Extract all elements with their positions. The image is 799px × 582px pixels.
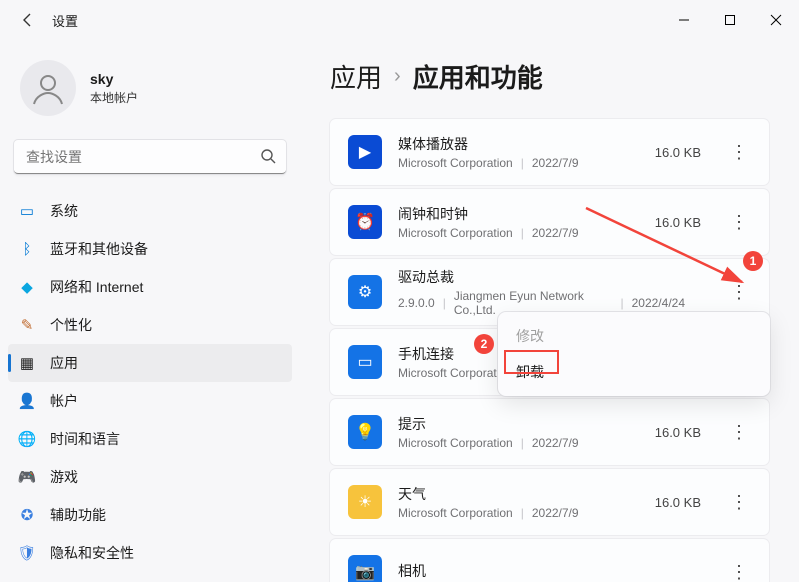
- sidebar-item-label: 蓝牙和其他设备: [50, 239, 148, 259]
- bluetooth-icon: ᛒ: [18, 240, 36, 258]
- minimize-button[interactable]: [661, 0, 707, 40]
- sidebar-item-label: 个性化: [50, 315, 92, 335]
- window-controls: [661, 0, 799, 40]
- app-size: 16.0 KB: [655, 425, 701, 440]
- annotation-highlight-box: [504, 350, 559, 374]
- app-icon: ⏰: [348, 205, 382, 239]
- maximize-button[interactable]: [707, 0, 753, 40]
- search-icon[interactable]: [260, 148, 276, 168]
- app-size: 16.0 KB: [655, 215, 701, 230]
- apps-icon: ▦: [18, 354, 36, 372]
- sidebar-item-network[interactable]: ◆ 网络和 Internet: [8, 268, 292, 306]
- search-input[interactable]: [14, 140, 286, 174]
- sidebar-item-time[interactable]: 🌐 时间和语言: [8, 420, 292, 458]
- annotation-marker-2: 2: [474, 334, 494, 354]
- gaming-icon: 🎮: [18, 468, 36, 486]
- app-icon: 📷: [348, 555, 382, 582]
- profile-sub: 本地帐户: [90, 89, 138, 106]
- sidebar-item-label: 隐私和安全性: [50, 543, 134, 563]
- personalization-icon: ✎: [18, 316, 36, 334]
- profile-block[interactable]: sky 本地帐户: [8, 40, 292, 140]
- app-icon: ☀: [348, 485, 382, 519]
- more-options-button[interactable]: ⋮: [727, 492, 751, 513]
- app-name: 相机: [398, 561, 685, 581]
- window-title: 设置: [52, 11, 78, 30]
- app-meta: Microsoft Corporation | 2022/7/9: [398, 156, 639, 170]
- close-button[interactable]: [753, 0, 799, 40]
- sidebar-item-accounts[interactable]: 👤 帐户: [8, 382, 292, 420]
- sidebar-item-system[interactable]: ▭ 系统: [8, 192, 292, 230]
- sidebar-item-label: 游戏: [50, 467, 78, 487]
- app-icon: ▭: [348, 345, 382, 379]
- app-name: 闹钟和时钟: [398, 204, 639, 224]
- breadcrumb-current: 应用和功能: [413, 58, 543, 95]
- app-name: 媒体播放器: [398, 134, 639, 154]
- profile-name: sky: [90, 71, 138, 87]
- sidebar-item-accessibility[interactable]: ✪ 辅助功能: [8, 496, 292, 534]
- search-box: [14, 140, 286, 174]
- app-name: 天气: [398, 484, 639, 504]
- sidebar-item-personalization[interactable]: ✎ 个性化: [8, 306, 292, 344]
- system-icon: ▭: [18, 202, 36, 220]
- app-name: 驱动总裁: [398, 267, 685, 287]
- app-size: 16.0 KB: [655, 495, 701, 510]
- more-options-button[interactable]: ⋮: [727, 142, 751, 163]
- sidebar-item-apps[interactable]: ▦ 应用: [8, 344, 292, 382]
- sidebar-item-label: 系统: [50, 201, 78, 221]
- sidebar-item-label: 帐户: [50, 391, 78, 411]
- breadcrumb: 应用 › 应用和功能: [330, 58, 769, 95]
- sidebar-item-gaming[interactable]: 🎮 游戏: [8, 458, 292, 496]
- more-options-button[interactable]: ⋮: [727, 562, 751, 582]
- app-row[interactable]: 💡 提示 Microsoft Corporation | 2022/7/9 16.0 …: [330, 399, 769, 465]
- app-icon: ⚙: [348, 275, 382, 309]
- sidebar-item-privacy[interactable]: 🛡 隐私和安全性: [8, 534, 292, 572]
- sidebar: sky 本地帐户 ▭ 系统 ᛒ 蓝牙和其他设备 ◆ 网络和 Internet ✎…: [0, 40, 300, 582]
- accessibility-icon: ✪: [18, 506, 36, 524]
- app-size: 16.0 KB: [655, 145, 701, 160]
- back-button[interactable]: [16, 8, 40, 32]
- app-row[interactable]: ⏰ 闹钟和时钟 Microsoft Corporation | 2022/7/9 16…: [330, 189, 769, 255]
- app-meta: Microsoft Corporation | 2022/7/9: [398, 226, 639, 240]
- titlebar: 设置: [0, 0, 799, 40]
- sidebar-item-label: 网络和 Internet: [50, 277, 143, 297]
- avatar: [20, 60, 76, 116]
- sidebar-item-bluetooth[interactable]: ᛒ 蓝牙和其他设备: [8, 230, 292, 268]
- chevron-right-icon: ›: [394, 65, 401, 88]
- main-content: 应用 › 应用和功能 ▶ 媒体播放器 Microsoft Corporation |…: [300, 40, 799, 582]
- sidebar-item-label: 时间和语言: [50, 429, 120, 449]
- sidebar-item-label: 应用: [50, 353, 78, 373]
- more-options-button[interactable]: ⋮: [727, 422, 751, 443]
- more-options-button[interactable]: ⋮: [727, 282, 751, 303]
- breadcrumb-root[interactable]: 应用: [330, 58, 382, 95]
- more-options-button[interactable]: ⋮: [727, 212, 751, 233]
- app-icon: 💡: [348, 415, 382, 449]
- app-row[interactable]: 📷 相机 ⋮: [330, 539, 769, 582]
- privacy-icon: 🛡: [18, 544, 36, 562]
- context-menu-modify: 修改: [504, 318, 764, 354]
- accounts-icon: 👤: [18, 392, 36, 410]
- app-icon: ▶: [348, 135, 382, 169]
- app-meta: Microsoft Corporation | 2022/7/9: [398, 436, 639, 450]
- network-icon: ◆: [18, 278, 36, 296]
- app-row[interactable]: ☀ 天气 Microsoft Corporation | 2022/7/9 16.0 …: [330, 469, 769, 535]
- sidebar-item-label: 辅助功能: [50, 505, 106, 525]
- time-icon: 🌐: [18, 430, 36, 448]
- app-meta: Microsoft Corporation | 2022/7/9: [398, 506, 639, 520]
- app-row[interactable]: ▶ 媒体播放器 Microsoft Corporation | 2022/7/9 16…: [330, 119, 769, 185]
- annotation-marker-1: 1: [743, 251, 763, 271]
- app-name: 提示: [398, 414, 639, 434]
